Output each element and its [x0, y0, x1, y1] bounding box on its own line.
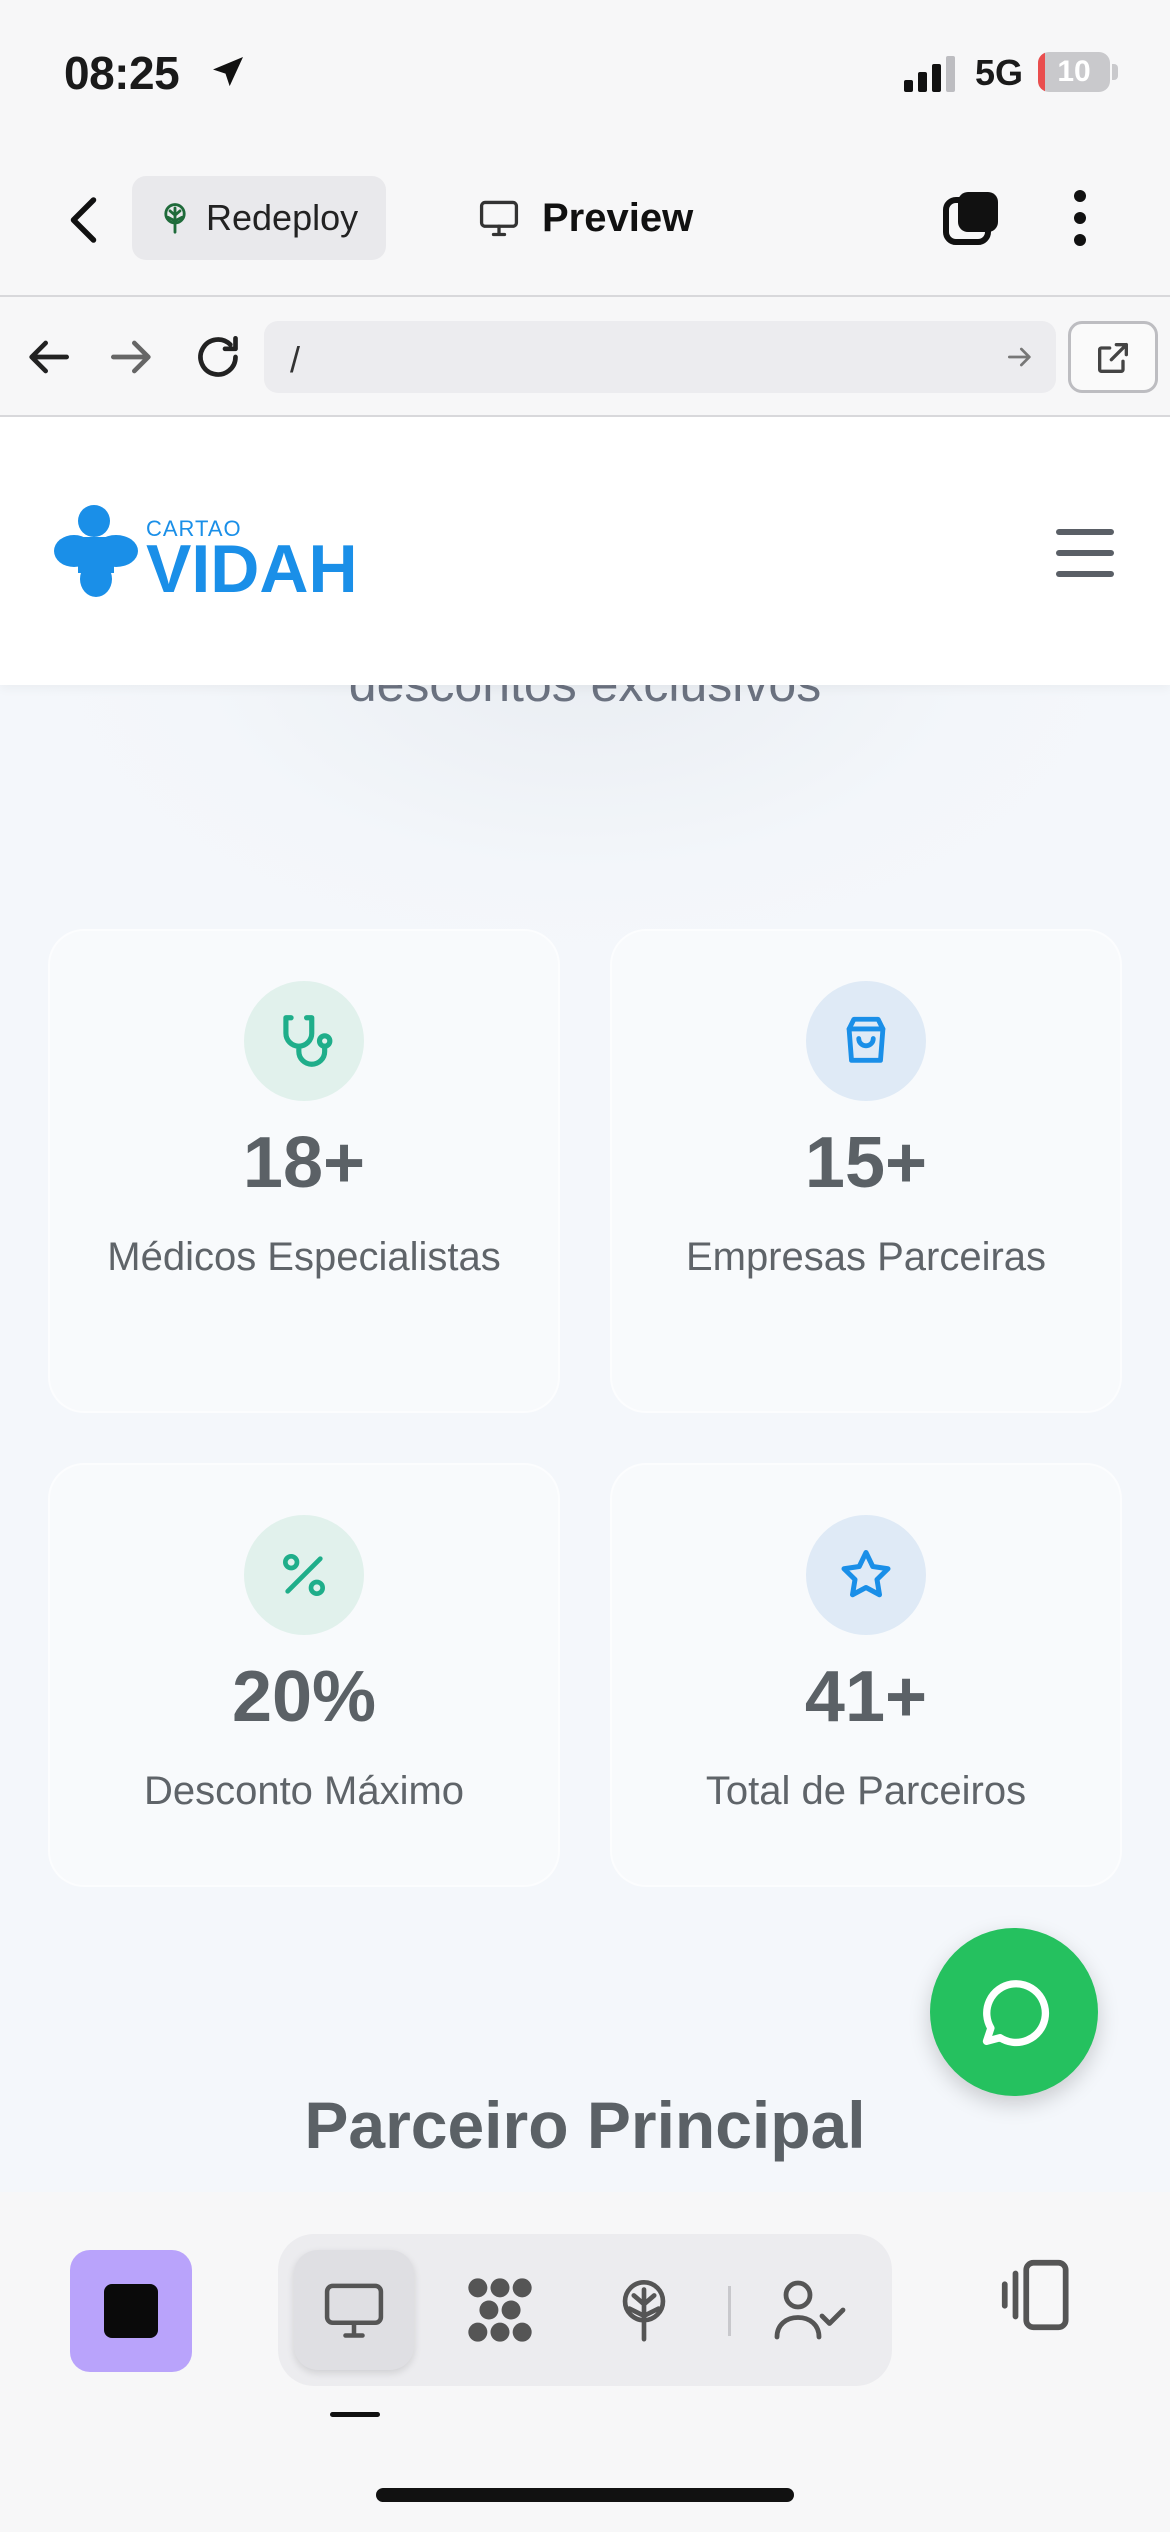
- cartao-vidah-logo[interactable]: CARTAO VIDAH: [54, 499, 394, 609]
- back-arrow-icon[interactable]: [20, 329, 76, 385]
- redeploy-button[interactable]: Redeploy: [132, 176, 386, 260]
- stat-label: Médicos Especialistas: [107, 1235, 501, 1279]
- shopping-bag-icon: [846, 1016, 886, 1063]
- stat-card-partners: 41+ Total de Parceiros: [610, 1463, 1122, 1887]
- chat-bubble-icon: [982, 1980, 1050, 2047]
- cellular-signal-icon: [904, 56, 955, 92]
- stop-square-icon: [104, 2284, 158, 2338]
- section-title: Parceiro Principal: [304, 2088, 866, 2162]
- monitor-icon: [324, 2283, 384, 2338]
- external-link-icon: [1098, 343, 1128, 373]
- deploy-tree-icon: [164, 203, 186, 234]
- stat-icon-circle: [244, 1515, 364, 1635]
- star-icon: [841, 1550, 891, 1598]
- browser-bar: /: [0, 295, 1170, 417]
- stat-icon-circle: [244, 981, 364, 1101]
- open-external-button[interactable]: [1068, 321, 1158, 393]
- monitor-icon: [479, 200, 519, 237]
- logo-main-text: VIDAH: [146, 531, 358, 607]
- divider: [728, 2286, 731, 2336]
- stat-card-doctors: 18+ Médicos Especialistas: [48, 929, 560, 1413]
- go-arrow-icon[interactable]: [1004, 341, 1036, 373]
- active-view-indicator: [330, 2412, 380, 2417]
- view-switcher: [278, 2234, 892, 2386]
- stat-value: 20%: [231, 1657, 377, 1737]
- stat-card-discount: 20% Desconto Máximo: [48, 1463, 560, 1887]
- network-type: 5G: [975, 52, 1024, 93]
- forward-arrow-icon[interactable]: [104, 329, 160, 385]
- stat-value: 15+: [804, 1123, 928, 1203]
- stat-card-companies: 15+ Empresas Parceiras: [610, 929, 1122, 1413]
- back-chevron-icon[interactable]: [56, 190, 116, 250]
- app-toolbar: Redeploy Preview: [0, 150, 1170, 295]
- bottom-toolbar: [0, 2192, 1170, 2532]
- website-viewport: CARTAO VIDAH descontos exclusivos 18+ Mé…: [0, 417, 1170, 2192]
- whatsapp-button[interactable]: [930, 1928, 1098, 2096]
- stat-label: Total de Parceiros: [705, 1769, 1027, 1813]
- stat-value: 18+: [242, 1123, 366, 1203]
- nodes-view-button[interactable]: [440, 2250, 560, 2370]
- home-indicator: [376, 2488, 794, 2502]
- url-text: /: [290, 339, 301, 380]
- location-arrow-icon: [213, 57, 243, 87]
- deploy-tree-icon: [622, 2279, 666, 2342]
- device-frame-icon[interactable]: [994, 2252, 1080, 2338]
- status-time: 08:25: [64, 47, 180, 99]
- preview-title: Preview: [476, 188, 693, 248]
- stat-icon-circle: [806, 981, 926, 1101]
- percent-icon: [283, 1554, 325, 1596]
- stat-label: Desconto Máximo: [143, 1769, 465, 1813]
- url-bar[interactable]: /: [264, 321, 1056, 393]
- tabs-icon[interactable]: [940, 186, 1004, 250]
- nodes-grid-icon: [468, 2278, 532, 2342]
- battery-tip: [1112, 64, 1118, 80]
- stop-button[interactable]: [70, 2250, 192, 2372]
- preview-label: Preview: [542, 195, 694, 240]
- preview-view-button[interactable]: [294, 2250, 414, 2370]
- redeploy-label: Redeploy: [206, 197, 359, 238]
- hamburger-menu-icon[interactable]: [1056, 529, 1114, 577]
- more-vertical-icon[interactable]: [1060, 186, 1100, 250]
- battery-percent: 10: [1057, 55, 1091, 88]
- status-bar: 08:25 5G 10: [0, 0, 1170, 150]
- stethoscope-icon: [283, 1015, 333, 1067]
- deploy-view-button[interactable]: [584, 2250, 704, 2370]
- user-check-icon: [774, 2280, 846, 2340]
- stat-icon-circle: [806, 1515, 926, 1635]
- battery-icon: 10: [1038, 52, 1110, 92]
- stat-value: 41+: [804, 1657, 928, 1737]
- user-view-button[interactable]: [750, 2250, 870, 2370]
- stat-label: Empresas Parceiras: [685, 1235, 1047, 1279]
- reload-icon[interactable]: [190, 329, 246, 385]
- site-header: CARTAO VIDAH: [0, 417, 1170, 685]
